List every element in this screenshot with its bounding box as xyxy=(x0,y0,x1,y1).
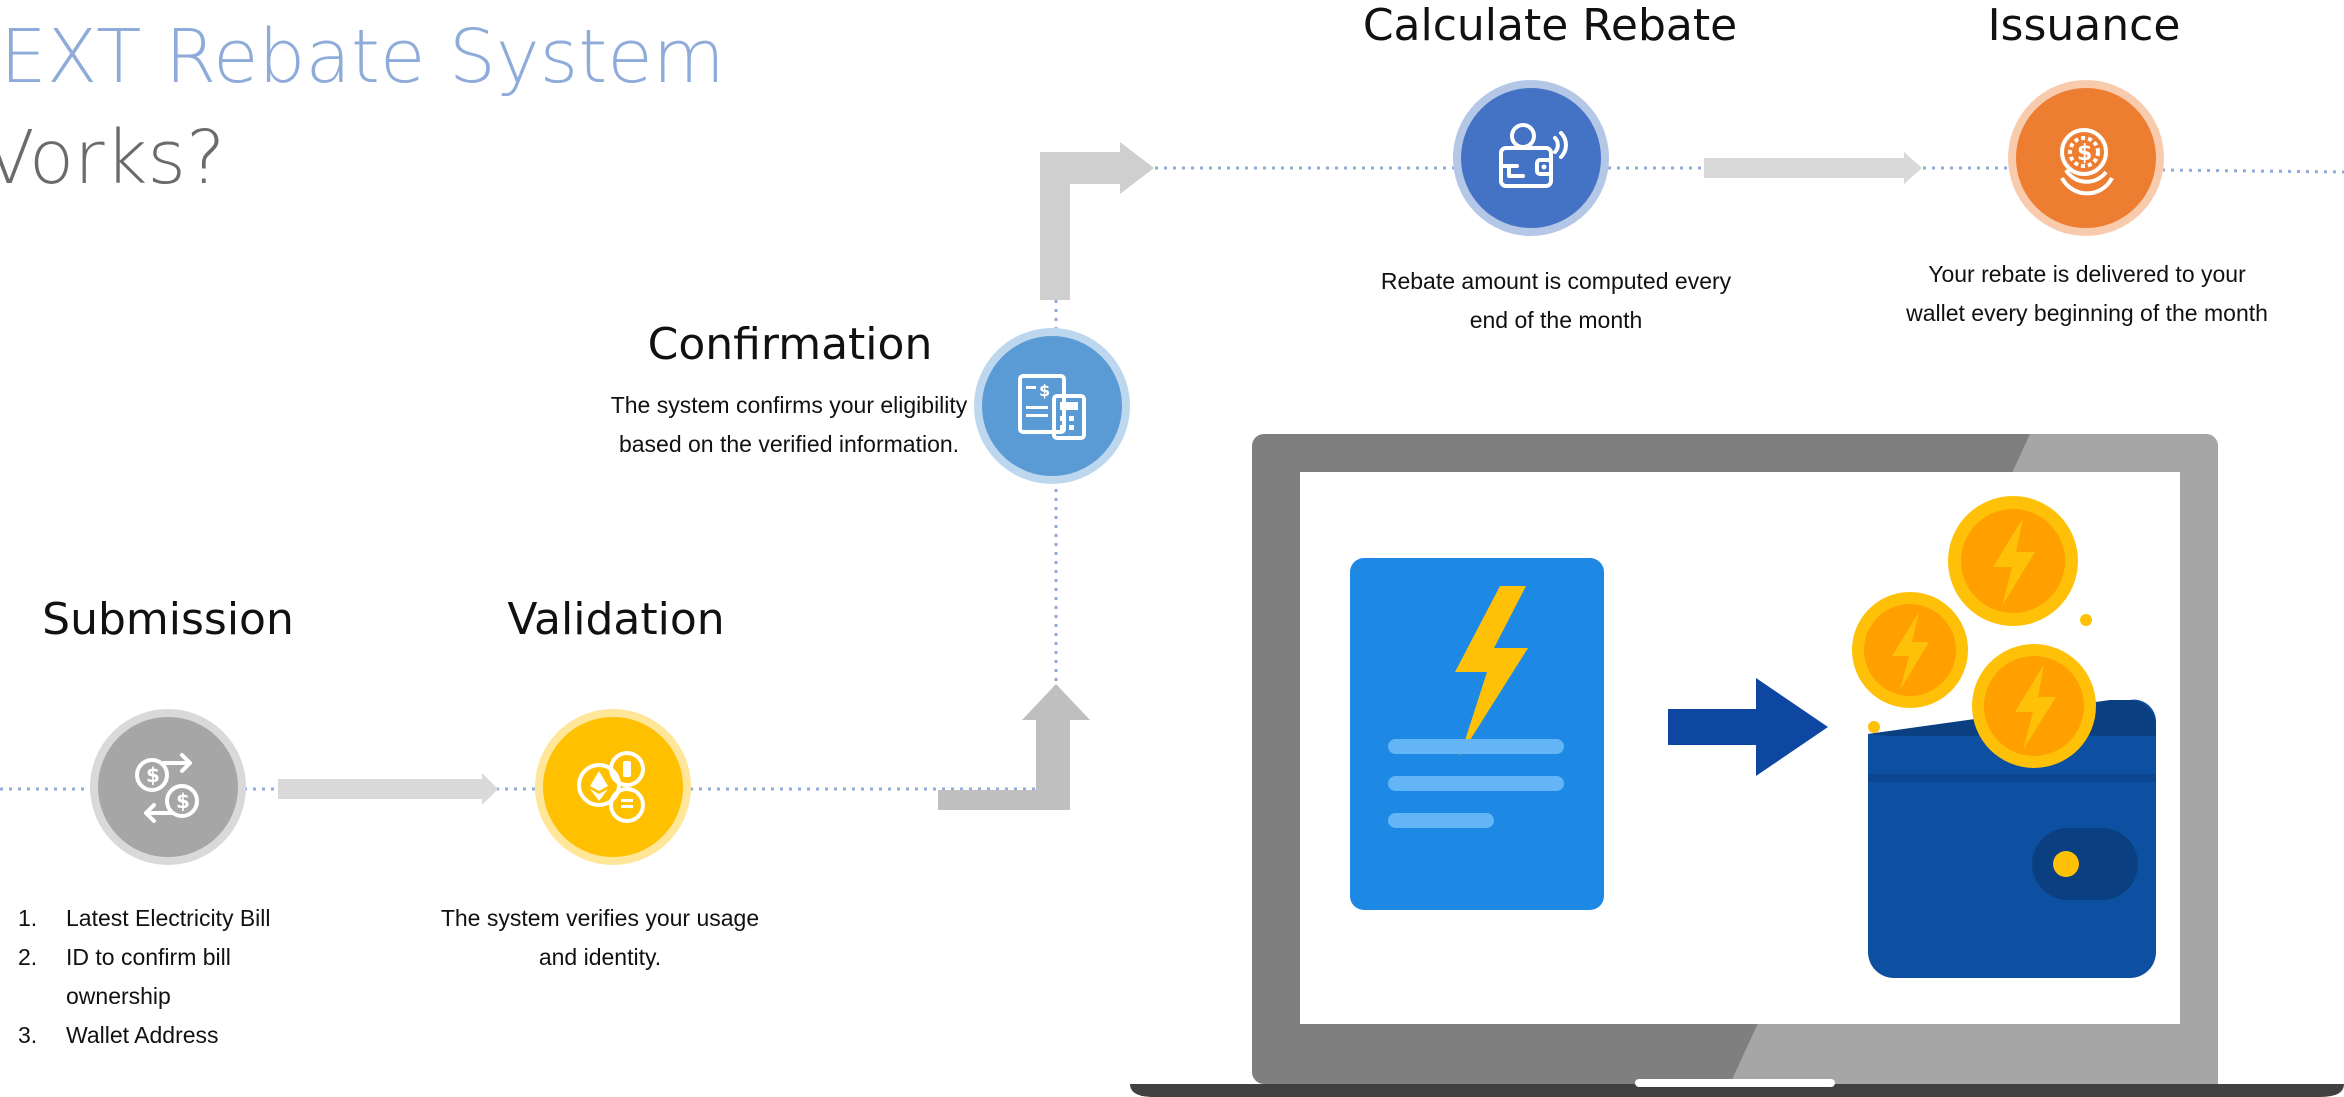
coin-icon-front xyxy=(1972,644,2096,768)
validation-step-circle xyxy=(535,709,691,865)
arrow-submission-validation xyxy=(278,773,498,805)
validation-title: Validation xyxy=(507,594,725,645)
dotted-line-right xyxy=(2161,168,2344,174)
arrow-rebate-issuance xyxy=(1704,152,1922,184)
page-title-line2: Vorks? xyxy=(0,115,226,201)
calculate-rebate-step-circle xyxy=(1453,80,1609,236)
crypto-coins-icon xyxy=(577,751,645,823)
issuance-step-circle: $ xyxy=(2008,80,2164,236)
svg-text:$: $ xyxy=(146,763,160,787)
laptop-notch xyxy=(1635,1079,1835,1087)
submission-requirements-list: 1. Latest Electricity Bill 2. ID to conf… xyxy=(18,899,318,1055)
list-item: 3. Wallet Address xyxy=(18,1016,318,1055)
laptop-bill-to-wallet-illustration xyxy=(1130,434,2344,1097)
elbow-arrow-right xyxy=(1040,142,1154,300)
confirmation-description: The system confirms your eligibility bas… xyxy=(610,392,968,457)
elbow-arrow-up xyxy=(938,684,1090,810)
money-transfer-icon: $ $ xyxy=(135,753,199,823)
issuance-title: Issuance xyxy=(1987,0,2181,51)
calculate-rebate-title: Calculate Rebate xyxy=(1362,0,1738,51)
issuance-description: Your rebate is delivered to your wallet … xyxy=(1906,261,2268,326)
list-item: 2. ID to confirm bill ownership xyxy=(18,938,278,1016)
page-title-line1: EXT Rebate System xyxy=(0,14,725,100)
bill-document xyxy=(1350,558,1604,910)
confirmation-step-circle: $ xyxy=(974,328,1130,484)
svg-text:$: $ xyxy=(1039,381,1050,400)
coin-icon-left xyxy=(1852,592,1968,708)
list-item-text: Latest Electricity Bill xyxy=(66,905,271,931)
bill-calculator-icon: $ xyxy=(1018,374,1086,440)
validation-description: The system verifies your usage and ident… xyxy=(440,905,760,970)
svg-text:$: $ xyxy=(176,789,190,813)
confirmation-title: Confirmation xyxy=(647,319,933,370)
submission-title: Submission xyxy=(42,594,294,645)
wallet-clasp xyxy=(2032,828,2138,900)
list-item-number: 2. xyxy=(18,944,38,970)
list-item-number: 3. xyxy=(18,1022,38,1048)
list-item: 1. Latest Electricity Bill xyxy=(18,899,318,938)
list-item-text: Wallet Address xyxy=(66,1022,219,1048)
digital-wallet-icon xyxy=(1499,123,1568,188)
list-item-number: 1. xyxy=(18,905,38,931)
calculate-rebate-description: Rebate amount is computed every end of t… xyxy=(1380,268,1732,333)
dollar-coins-icon: $ xyxy=(2060,128,2114,196)
submission-step-circle: $ $ xyxy=(90,709,246,865)
coin-icon-top xyxy=(1948,496,2078,626)
svg-text:$: $ xyxy=(2077,141,2092,166)
list-item-text: ID to confirm bill ownership xyxy=(66,944,231,1009)
